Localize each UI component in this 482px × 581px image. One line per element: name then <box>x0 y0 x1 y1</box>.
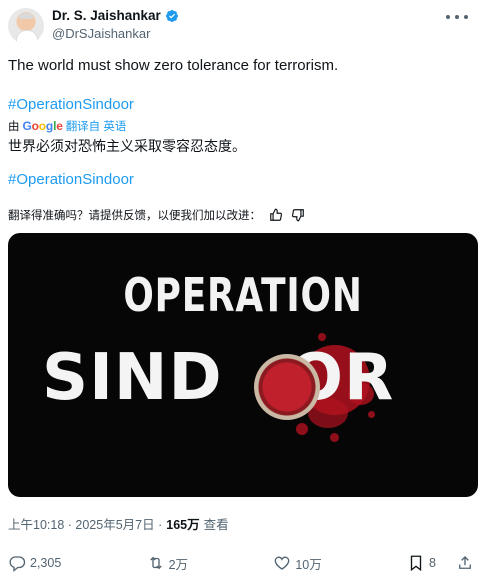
hashtag-link[interactable]: #OperationSindoor <box>8 171 134 188</box>
like-count: 10万 <box>295 557 322 572</box>
google-logo: Google <box>22 119 63 133</box>
more-options-icon[interactable] <box>446 10 468 24</box>
translation-attribution: 由 Google 翻译自 英语 <box>8 118 126 134</box>
reply-icon <box>9 556 26 572</box>
repost-icon <box>149 556 162 570</box>
bookmark-button[interactable]: 8 <box>407 554 474 572</box>
repost-count: 2万 <box>168 557 189 572</box>
translated-text: 世界必须对恐怖主义采取零容忍态度。 <box>8 138 246 154</box>
avatar[interactable] <box>8 8 44 44</box>
bookmark-count: 8 <box>429 556 436 570</box>
translated-from-link[interactable]: 翻译自 英语 <box>66 118 127 134</box>
reply-count: 2,305 <box>30 556 62 570</box>
repost-button[interactable]: 2万 <box>147 554 188 573</box>
hashtag-link[interactable]: #OperationSindoor <box>8 96 134 113</box>
feedback-prompt: 翻译得准确吗？请提供反馈，以便我们加以改进： <box>8 210 261 222</box>
tweet-meta: 上午10:18 · 2025年5月7日 · 165万 查看 <box>8 514 229 533</box>
bookmark-icon <box>410 555 422 572</box>
views-label: 查看 <box>203 518 229 532</box>
tweet-media-image[interactable]: OPERATION SIND OR <box>8 233 478 497</box>
sindoor-bowl-graphic <box>254 354 320 420</box>
view-count: 165万 <box>166 518 200 532</box>
tweet-header: Dr. S. Jaishankar @DrSJaishankar <box>8 6 474 46</box>
timestamp[interactable]: 上午10:18 · 2025年5月7日 · <box>8 514 162 533</box>
tweet-actions: 2,305 2万 10万 8 <box>8 553 474 573</box>
like-button[interactable]: 10万 <box>273 554 322 573</box>
verified-badge-icon <box>165 9 178 22</box>
author-name[interactable]: Dr. S. Jaishankar <box>52 8 161 23</box>
media-title-line1: OPERATION <box>123 268 363 322</box>
translation-feedback: 翻译得准确吗？请提供反馈，以便我们加以改进： <box>8 207 305 223</box>
thumbs-down-icon[interactable] <box>291 208 305 222</box>
share-icon[interactable] <box>456 554 474 572</box>
author-name-row[interactable]: Dr. S. Jaishankar <box>52 8 179 23</box>
tweet-text: The world must show zero tolerance for t… <box>8 57 339 74</box>
reply-button[interactable]: 2,305 <box>8 554 61 572</box>
translated-by-label: 由 <box>8 121 20 133</box>
thumbs-up-icon[interactable] <box>269 208 283 222</box>
author-handle[interactable]: @DrSJaishankar <box>52 26 150 41</box>
media-title-line2: SIND OR <box>42 341 395 415</box>
heart-icon <box>274 556 290 570</box>
